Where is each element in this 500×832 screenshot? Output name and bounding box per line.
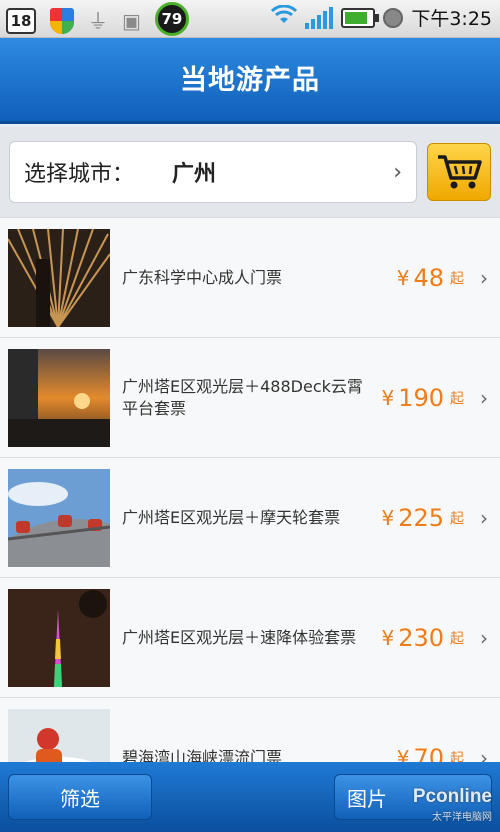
chevron-right-icon: › bbox=[480, 626, 488, 650]
signal-strength-icon bbox=[305, 6, 334, 29]
chevron-right-icon: › bbox=[480, 266, 488, 290]
filter-button[interactable]: 筛选 bbox=[8, 774, 152, 820]
product-name: 广州塔E区观光层＋速降体验套票 bbox=[122, 628, 357, 647]
watermark-logo: Pconline 太平洋电脑网 bbox=[413, 786, 492, 823]
battery-icon bbox=[341, 7, 380, 28]
notification-count-icon: 18 bbox=[6, 7, 36, 34]
price-suffix: 起 bbox=[450, 751, 464, 762]
price-value: 230 bbox=[398, 624, 444, 652]
price-value: 70 bbox=[413, 744, 444, 762]
product-name: 碧海湾山海峡漂流门票 bbox=[122, 748, 283, 762]
product-price: ¥ 190 起 bbox=[381, 338, 464, 458]
battery-percent-badge: 79 bbox=[154, 2, 189, 36]
product-thumbnail bbox=[8, 589, 110, 687]
chevron-right-icon: › bbox=[480, 386, 488, 410]
list-item[interactable]: 广州塔E区观光层＋速降体验套票 ¥ 230 起 › bbox=[0, 577, 500, 697]
product-price: ¥ 230 起 bbox=[381, 578, 464, 698]
currency-symbol: ¥ bbox=[381, 626, 395, 650]
currency-symbol: ¥ bbox=[396, 266, 410, 290]
list-item[interactable]: 广州塔E区观光层＋488Deck云霄平台套票 ¥ 190 起 › bbox=[0, 337, 500, 457]
list-item[interactable]: 碧海湾山海峡漂流门票 ¥ 70 起 › bbox=[0, 697, 500, 762]
alarm-icon bbox=[383, 7, 404, 28]
title-bar: 当地游产品 bbox=[0, 38, 500, 124]
product-thumbnail bbox=[8, 229, 110, 327]
price-suffix: 起 bbox=[450, 391, 464, 407]
price-suffix: 起 bbox=[450, 511, 464, 527]
shopping-cart-icon bbox=[438, 155, 482, 189]
product-list[interactable]: 广东科学中心成人门票 ¥ 48 起 › 广州塔E区观光层＋488Deck云霄平台… bbox=[0, 217, 500, 762]
wifi-icon bbox=[271, 4, 298, 31]
product-price: ¥ 48 起 bbox=[397, 218, 464, 338]
page-title: 当地游产品 bbox=[180, 65, 320, 96]
status-right-icons: 下午3:25 bbox=[271, 4, 492, 31]
product-name: 广州塔E区观光层＋488Deck云霄平台套票 bbox=[122, 377, 363, 418]
product-price: ¥ 225 起 bbox=[381, 458, 464, 578]
status-time: 下午3:25 bbox=[411, 8, 492, 30]
city-selector-label: 选择城市： bbox=[24, 162, 135, 187]
status-bar: 18 ⏚ ▣ 79 下午3:25 bbox=[0, 0, 500, 38]
cart-button[interactable] bbox=[427, 143, 491, 201]
price-value: 48 bbox=[413, 264, 444, 292]
chevron-right-icon: › bbox=[480, 746, 488, 762]
currency-symbol: ¥ bbox=[381, 506, 395, 530]
price-value: 190 bbox=[398, 384, 444, 412]
price-suffix: 起 bbox=[450, 271, 464, 287]
watermark-brand: Pconline bbox=[412, 786, 492, 807]
price-suffix: 起 bbox=[450, 631, 464, 647]
product-thumbnail bbox=[8, 709, 110, 762]
android-icon: ▣ bbox=[122, 8, 141, 33]
product-name: 广州塔E区观光层＋摩天轮套票 bbox=[122, 508, 341, 527]
city-selector-value: 广州 bbox=[172, 162, 217, 187]
price-value: 225 bbox=[398, 504, 444, 532]
city-bar: 选择城市： 广州 › bbox=[0, 127, 500, 217]
currency-symbol: ¥ bbox=[381, 386, 395, 410]
list-item[interactable]: 广东科学中心成人门票 ¥ 48 起 › bbox=[0, 217, 500, 337]
currency-symbol: ¥ bbox=[396, 746, 410, 762]
city-selector[interactable]: 选择城市： 广州 › bbox=[9, 141, 417, 203]
list-item[interactable]: 广州塔E区观光层＋摩天轮套票 ¥ 225 起 › bbox=[0, 457, 500, 577]
product-thumbnail bbox=[8, 469, 110, 567]
chevron-right-icon: › bbox=[393, 159, 402, 185]
watermark-sub: 太平洋电脑网 bbox=[432, 812, 492, 823]
product-name: 广东科学中心成人门票 bbox=[122, 268, 283, 287]
usb-icon: ⏚ bbox=[88, 8, 108, 33]
status-left-icons: 18 ⏚ ▣ 79 bbox=[6, 2, 189, 36]
chevron-right-icon: › bbox=[480, 506, 488, 530]
security-shield-icon bbox=[50, 7, 74, 34]
product-thumbnail bbox=[8, 349, 110, 447]
product-price: ¥ 70 起 bbox=[397, 698, 464, 762]
